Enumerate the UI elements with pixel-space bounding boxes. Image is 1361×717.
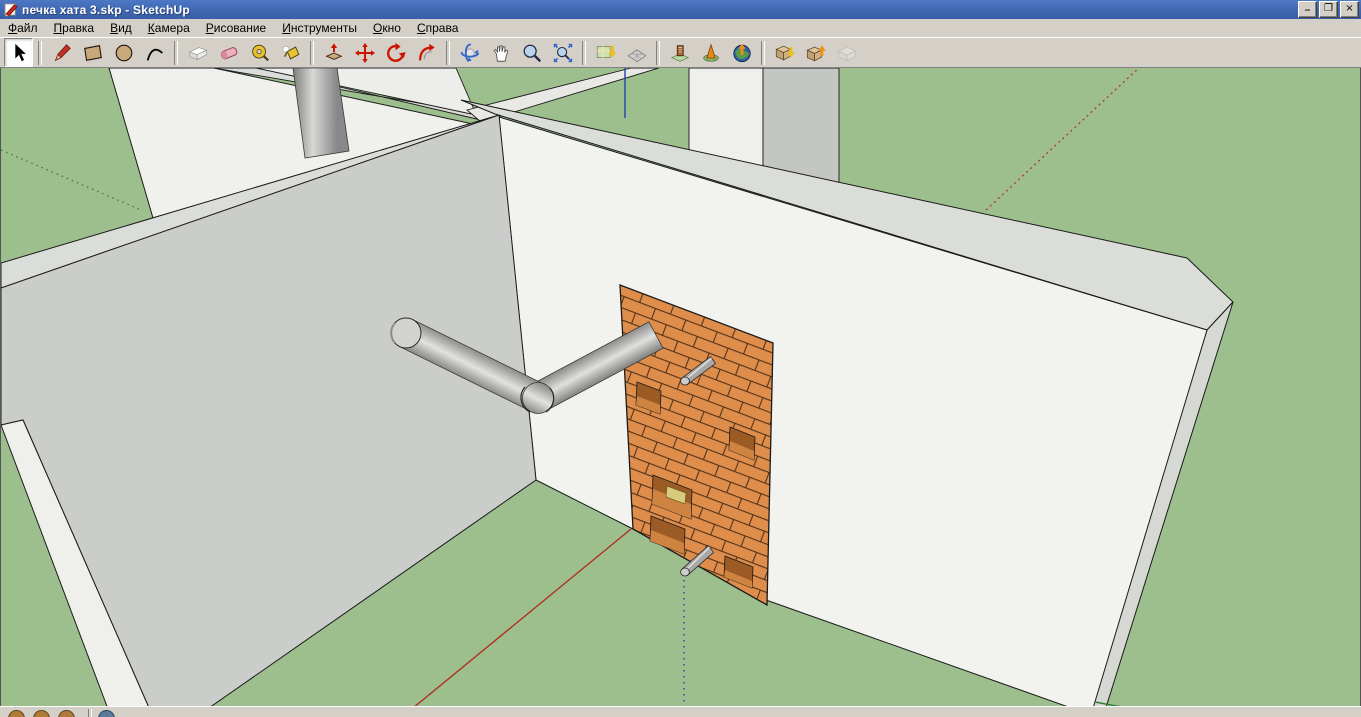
menu-help[interactable]: Справа [409, 20, 466, 37]
get-models-icon [774, 42, 796, 64]
zoom-extents-icon [552, 42, 574, 64]
toolbar-separator [656, 41, 660, 65]
small-pipe-cap [681, 377, 690, 385]
toolbar-separator [38, 41, 42, 65]
menu-edit[interactable]: Правка [46, 20, 103, 37]
right-far-strip-sliver [763, 68, 839, 183]
title-bar: печка хата 3.skp - SketchUp _ ❐ × [0, 0, 1361, 19]
component-box-icon [187, 42, 209, 64]
window-title: печка хата 3.skp - SketchUp [22, 3, 1296, 17]
toolbar-separator [174, 41, 178, 65]
google-earth-icon [731, 42, 753, 64]
rectangle-tool-button[interactable] [78, 38, 107, 67]
select-tool-button[interactable] [4, 38, 33, 67]
style-sphere-icon[interactable] [58, 710, 75, 717]
orbit-tool-button[interactable] [455, 38, 484, 67]
flue-pipe-elbow-joint [523, 383, 554, 414]
sketchup-app-icon [4, 2, 19, 17]
terrain-icon [626, 42, 648, 64]
toolbar-separator [310, 41, 314, 65]
menu-camera[interactable]: Камера [140, 20, 198, 37]
google-earth-button[interactable] [727, 38, 756, 67]
restore-button[interactable]: ❐ [1319, 1, 1338, 18]
model-canvas[interactable] [1, 68, 1360, 706]
toolbar-separator [761, 41, 765, 65]
rotate-tool-button[interactable] [381, 38, 410, 67]
small-pipe-cap [681, 568, 690, 576]
paint-bucket-button[interactable] [276, 38, 305, 67]
share-model-icon [805, 42, 827, 64]
pan-hand-icon [490, 42, 512, 64]
zoom-icon [521, 42, 543, 64]
line-tool-button[interactable] [47, 38, 76, 67]
circle-tool-button[interactable] [109, 38, 138, 67]
menu-view[interactable]: Вид [102, 20, 140, 37]
bottom-toolbar-strip [0, 706, 1361, 717]
menu-bar: Файл Правка Вид Камера Рисование Инструм… [0, 19, 1361, 38]
share-component-button[interactable] [832, 38, 861, 67]
toolbar-separator [446, 41, 450, 65]
paint-bucket-icon [280, 42, 302, 64]
circle-icon [113, 42, 135, 64]
share-component-icon [836, 42, 858, 64]
photo-textures-icon [669, 42, 691, 64]
close-button[interactable]: × [1340, 1, 1359, 18]
rotate-icon [385, 42, 407, 64]
style-sphere-icon[interactable] [33, 710, 50, 717]
zoom-extents-button[interactable] [548, 38, 577, 67]
style-sphere-blue-icon[interactable] [98, 710, 115, 717]
move-arrows-icon [354, 42, 376, 64]
make-component-button[interactable] [183, 38, 212, 67]
share-model-button[interactable] [801, 38, 830, 67]
toolbar-separator [582, 41, 586, 65]
offset-icon [416, 42, 438, 64]
move-tool-button[interactable] [350, 38, 379, 67]
eraser-tool-button[interactable] [214, 38, 243, 67]
minimize-button[interactable]: _ [1298, 1, 1317, 18]
style-sphere-icon[interactable] [8, 710, 25, 717]
pan-tool-button[interactable] [486, 38, 515, 67]
menu-window[interactable]: Окно [365, 20, 409, 37]
push-pull-button[interactable] [319, 38, 348, 67]
viewport-3d[interactable] [0, 68, 1361, 706]
flue-pipe-end-cap [391, 318, 421, 348]
get-models-button[interactable] [770, 38, 799, 67]
tape-measure-icon [249, 42, 271, 64]
select-arrow-icon [8, 42, 30, 64]
tape-measure-button[interactable] [245, 38, 274, 67]
zoom-tool-button[interactable] [517, 38, 546, 67]
push-pull-icon [323, 42, 345, 64]
toolbar-separator [88, 709, 92, 717]
orbit-icon [459, 42, 481, 64]
eraser-icon [218, 42, 240, 64]
toggle-terrain-button[interactable] [622, 38, 651, 67]
add-building-icon [700, 42, 722, 64]
photo-textures-button[interactable] [665, 38, 694, 67]
menu-tools[interactable]: Инструменты [274, 20, 365, 37]
add-new-building-button[interactable] [696, 38, 725, 67]
arc-tool-button[interactable] [140, 38, 169, 67]
add-location-button[interactable] [591, 38, 620, 67]
rectangle-icon [82, 42, 104, 64]
menu-file[interactable]: Файл [0, 20, 46, 37]
arc-icon [144, 42, 166, 64]
pencil-icon [51, 42, 73, 64]
sketchup-window: печка хата 3.skp - SketchUp _ ❐ × Файл П… [0, 0, 1361, 717]
add-location-icon [595, 42, 617, 64]
menu-draw[interactable]: Рисование [198, 20, 274, 37]
offset-tool-button[interactable] [412, 38, 441, 67]
toolbar [0, 37, 1361, 68]
